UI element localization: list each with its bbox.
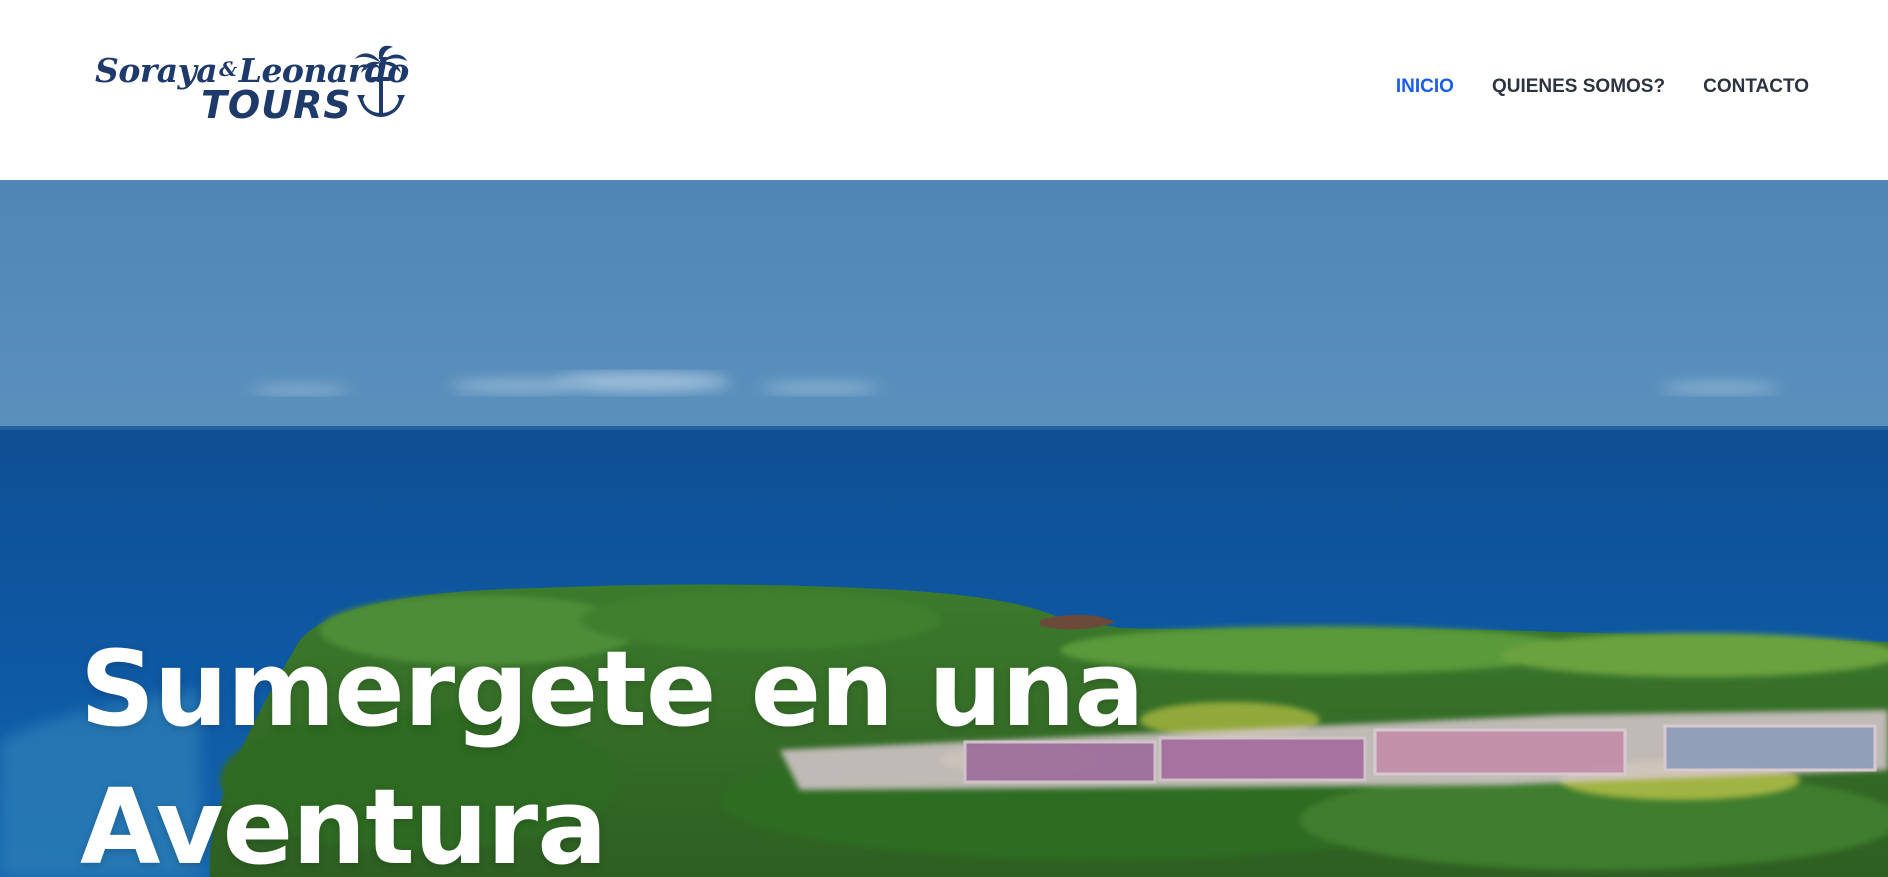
- hero-title-line-2: Aventura: [80, 766, 607, 877]
- site-logo[interactable]: Soraya &Leonardo TOURS: [95, 45, 415, 127]
- main-nav: INICIO QUIENES SOMOS? CONTACTO: [1396, 76, 1809, 98]
- logo-ampersand: &: [219, 57, 237, 81]
- nav-item-inicio[interactable]: INICIO: [1396, 76, 1454, 98]
- logo-tours-text: TOURS: [201, 83, 352, 127]
- hero-section: Sumergete en una Aventura: [0, 180, 1888, 877]
- hero-title: Sumergete en una Aventura: [80, 620, 1145, 877]
- logo-name-soraya: Soraya: [95, 51, 218, 90]
- site-header: Soraya &Leonardo TOURS INICIO QUIENES SOM…: [0, 0, 1888, 180]
- nav-item-contacto[interactable]: CONTACTO: [1703, 76, 1809, 98]
- nav-item-quienes-somos[interactable]: QUIENES SOMOS?: [1492, 76, 1665, 98]
- palm-anchor-icon: [355, 45, 407, 117]
- hero-title-line-1: Sumergete en una: [80, 628, 1145, 750]
